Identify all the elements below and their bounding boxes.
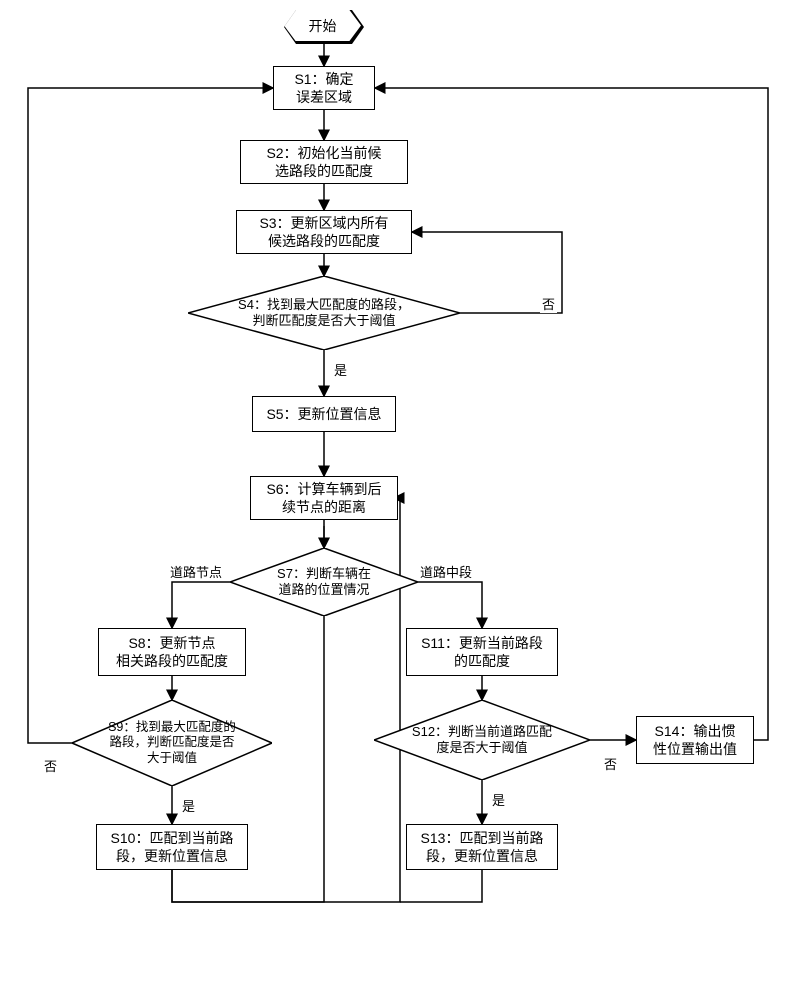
step-s14: S14：输出惯 性位置输出值 <box>636 716 754 764</box>
label-s12-no: 否 <box>602 754 619 773</box>
step-s5: S5：更新位置信息 <box>252 396 396 432</box>
step-s13: S13：匹配到当前路 段，更新位置信息 <box>406 824 558 870</box>
label-s7-right: 道路中段 <box>418 562 474 581</box>
step-s11-text: S11：更新当前路段 的匹配度 <box>421 634 543 670</box>
decision-s4-text: S4：找到最大匹配度的路段， 判断匹配度是否大于阈值 <box>238 297 410 330</box>
label-s4-no: 否 <box>540 294 557 313</box>
step-s11: S11：更新当前路段 的匹配度 <box>406 628 558 676</box>
step-s6-text: S6：计算车辆到后 续节点的距离 <box>266 480 381 516</box>
decision-s9: S9：找到最大匹配度的 路段，判断匹配度是否 大于阈值 <box>72 700 272 786</box>
decision-s7-text: S7：判断车辆在 道路的位置情况 <box>277 566 371 599</box>
step-s8: S8：更新节点 相关路段的匹配度 <box>98 628 246 676</box>
step-s3: S3：更新区域内所有 候选路段的匹配度 <box>236 210 412 254</box>
step-s5-text: S5：更新位置信息 <box>266 405 381 423</box>
step-s2-text: S2：初始化当前候 选路段的匹配度 <box>266 144 381 180</box>
label-s7-left: 道路节点 <box>168 562 224 581</box>
step-s1: S1：确定 误差区域 <box>273 66 375 110</box>
decision-s12: S12：判断当前道路匹配 度是否大于阈值 <box>374 700 590 780</box>
decision-s12-text: S12：判断当前道路匹配 度是否大于阈值 <box>412 724 552 757</box>
label-s9-yes: 是 <box>180 796 197 815</box>
step-s13-text: S13：匹配到当前路 段，更新位置信息 <box>421 829 544 865</box>
step-s6: S6：计算车辆到后 续节点的距离 <box>250 476 398 520</box>
decision-s4: S4：找到最大匹配度的路段， 判断匹配度是否大于阈值 <box>188 276 460 350</box>
label-s4-yes: 是 <box>332 360 349 379</box>
start-node: 开始 <box>284 10 364 44</box>
step-s10-text: S10：匹配到当前路 段，更新位置信息 <box>111 829 234 865</box>
step-s8-text: S8：更新节点 相关路段的匹配度 <box>116 634 228 670</box>
label-s12-yes: 是 <box>490 790 507 809</box>
step-s3-text: S3：更新区域内所有 候选路段的匹配度 <box>259 214 388 250</box>
step-s2: S2：初始化当前候 选路段的匹配度 <box>240 140 408 184</box>
step-s14-text: S14：输出惯 性位置输出值 <box>653 722 737 758</box>
decision-s9-text: S9：找到最大匹配度的 路段，判断匹配度是否 大于阈值 <box>108 720 236 767</box>
decision-s7: S7：判断车辆在 道路的位置情况 <box>230 548 418 616</box>
step-s1-text: S1：确定 误差区域 <box>294 70 353 106</box>
step-s10: S10：匹配到当前路 段，更新位置信息 <box>96 824 248 870</box>
label-s9-no: 否 <box>42 756 59 775</box>
start-label: 开始 <box>284 10 361 41</box>
